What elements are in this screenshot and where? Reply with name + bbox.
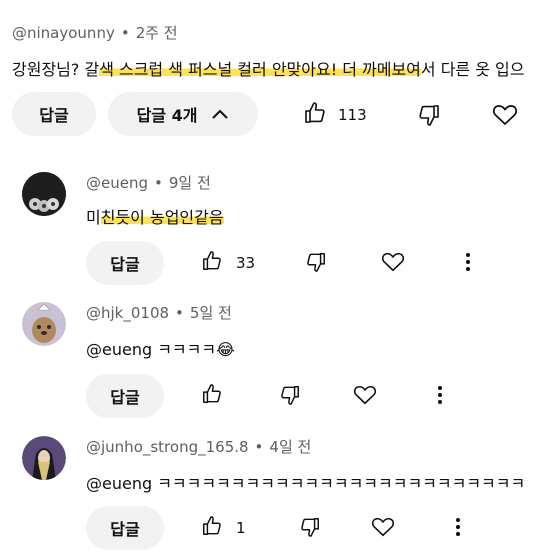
like-count: 33 <box>236 254 256 272</box>
dislike-button[interactable] <box>276 383 304 411</box>
reply-button-label: 답글 <box>110 388 140 407</box>
comment-text: 미친듯이 농업인같음 <box>86 204 224 228</box>
like-count: 1 <box>236 519 246 537</box>
comment-header: @eueng • 9일 전 <box>86 172 211 193</box>
highlighted-text: 색 스크럽 색 퍼스널 컬러 안맞아요! 더 까메보여 <box>99 60 421 79</box>
thumbs-up-icon <box>201 515 223 541</box>
thumbs-up-icon <box>201 250 223 276</box>
replies-toggle-label: 답글 4개 <box>136 106 198 125</box>
comment-text-part: 서 다른 옷 입으 <box>420 60 525 79</box>
highlighted-text: 친듯이 농업인같음 <box>100 208 224 227</box>
comment-text: @eueng ㅋㅋㅋㅋ😂 <box>86 336 235 360</box>
chevron-up-icon <box>211 108 229 120</box>
comment-text: @eueng ㅋㅋㅋㅋㅋㅋㅋㅋㅋㅋㅋㅋㅋㅋㅋㅋㅋㅋㅋㅋㅋㅋㅋㅋㅋ <box>86 474 526 493</box>
like-button[interactable] <box>198 382 226 410</box>
heart-button[interactable] <box>368 514 398 544</box>
thumbs-up-icon <box>201 383 223 409</box>
more-options-button[interactable] <box>448 515 468 543</box>
timestamp[interactable]: 2주 전 <box>136 24 178 42</box>
reply-button[interactable]: 답글 <box>86 241 164 285</box>
separator: • <box>120 24 130 42</box>
like-button[interactable] <box>300 100 330 130</box>
like-button[interactable] <box>198 249 226 277</box>
timestamp[interactable]: 5일 전 <box>190 304 232 322</box>
separator: • <box>254 438 264 456</box>
like-button[interactable] <box>198 514 226 542</box>
heart-button[interactable] <box>378 249 408 279</box>
dislike-button[interactable] <box>414 102 444 132</box>
reply-button-label: 답글 <box>110 520 140 539</box>
avatar[interactable] <box>22 436 66 480</box>
comment-text: 강원장님? 갈색 스크럽 색 퍼스널 컬러 안맞아요! 더 까메보여서 다른 옷… <box>12 56 524 80</box>
avatar[interactable] <box>22 172 66 216</box>
laughing-emoji: 😂 <box>216 340 235 359</box>
reply-button[interactable]: 답글 <box>86 506 164 550</box>
comment-header: @junho_strong_165.8 • 4일 전 <box>86 436 311 457</box>
heart-icon <box>353 384 377 410</box>
more-vert-icon <box>465 252 471 276</box>
timestamp[interactable]: 9일 전 <box>169 174 211 192</box>
more-options-button[interactable] <box>458 250 478 278</box>
reply-button-label: 답글 <box>39 106 69 125</box>
heart-icon <box>371 516 395 542</box>
more-vert-icon <box>455 517 461 541</box>
avatar[interactable] <box>22 302 66 346</box>
thumbs-down-icon <box>279 384 301 410</box>
comment-text-part: @eueng ㅋㅋㅋㅋ <box>86 340 217 359</box>
more-options-button[interactable] <box>430 383 450 411</box>
heart-button[interactable] <box>350 382 380 412</box>
reply-button-label: 답글 <box>110 255 140 274</box>
replies-toggle-button[interactable]: 답글 4개 <box>108 92 258 136</box>
heart-icon <box>381 251 405 277</box>
thumbs-up-icon <box>303 101 327 129</box>
author-handle[interactable]: @hjk_0108 <box>86 304 169 322</box>
dislike-button[interactable] <box>302 250 330 278</box>
reply-button[interactable]: 답글 <box>12 92 96 136</box>
author-handle[interactable]: @ninayounny <box>12 24 115 42</box>
heart-icon <box>492 103 518 131</box>
reply-button[interactable]: 답글 <box>86 374 164 418</box>
author-handle[interactable]: @eueng <box>86 174 148 192</box>
thumbs-down-icon <box>417 103 441 131</box>
more-vert-icon <box>437 385 443 409</box>
dislike-button[interactable] <box>296 515 324 543</box>
heart-button[interactable] <box>490 102 520 132</box>
timestamp[interactable]: 4일 전 <box>269 438 311 456</box>
thumbs-down-icon <box>299 516 321 542</box>
like-count: 113 <box>338 106 367 124</box>
comment-header: @ninayounny • 2주 전 <box>12 22 178 43</box>
thumbs-down-icon <box>305 251 327 277</box>
comment-text-part: 강원장님? 갈 <box>12 60 100 79</box>
separator: • <box>175 304 184 322</box>
comment-text-part: 미 <box>86 208 101 227</box>
author-handle[interactable]: @junho_strong_165.8 <box>86 438 249 456</box>
separator: • <box>154 174 163 192</box>
comment-header: @hjk_0108 • 5일 전 <box>86 302 232 323</box>
